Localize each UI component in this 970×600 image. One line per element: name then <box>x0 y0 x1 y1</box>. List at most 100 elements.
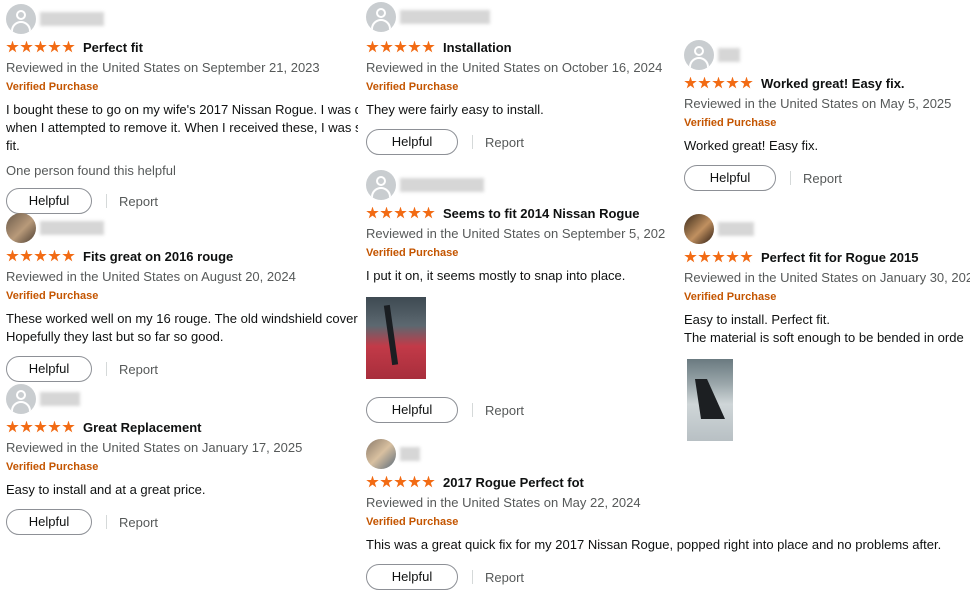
reviewer-header <box>6 4 358 36</box>
review-card: Perfect fit for Rogue 2015 Reviewed in t… <box>684 214 970 441</box>
star-icon <box>62 40 75 53</box>
reviewer-name-blurred <box>400 447 420 461</box>
star-icon <box>62 420 75 433</box>
avatar <box>366 170 396 200</box>
star-icon <box>380 206 393 219</box>
verified-badge: Verified Purchase <box>6 290 99 302</box>
verified-badge: Verified Purchase <box>366 81 459 93</box>
star-rating <box>6 249 75 263</box>
star-icon <box>408 206 421 219</box>
verified-badge: Verified Purchase <box>6 461 99 473</box>
star-icon <box>712 76 725 89</box>
star-rating <box>366 206 435 220</box>
star-icon <box>48 420 61 433</box>
report-link[interactable]: Report <box>485 570 524 585</box>
avatar <box>6 4 36 34</box>
star-icon <box>698 250 711 263</box>
review-date: Reviewed in the United States on May 5, … <box>684 96 952 111</box>
star-icon <box>684 76 697 89</box>
star-icon <box>34 40 47 53</box>
star-icon <box>394 40 407 53</box>
helpful-button[interactable]: Helpful <box>6 509 92 535</box>
review-date: Reviewed in the United States on August … <box>6 269 296 284</box>
report-link[interactable]: Report <box>485 135 524 150</box>
review-body: These worked well on my 16 rouge. The ol… <box>6 311 358 344</box>
verified-badge: Verified Purchase <box>684 117 777 129</box>
review-date: Reviewed in the United States on January… <box>684 270 970 285</box>
review-date: Reviewed in the United States on Septemb… <box>366 226 666 241</box>
review-title[interactable]: Fits great on 2016 rouge <box>83 249 233 264</box>
review-title[interactable]: Perfect fit <box>83 40 143 55</box>
report-link[interactable]: Report <box>119 362 158 377</box>
review-body: They were fairly easy to install. <box>366 102 544 117</box>
report-link[interactable]: Report <box>485 403 524 418</box>
star-icon <box>408 475 421 488</box>
star-icon <box>6 40 19 53</box>
star-icon <box>34 420 47 433</box>
review-title[interactable]: Worked great! Easy fix. <box>761 76 905 91</box>
star-icon <box>422 40 435 53</box>
review-body: Easy to install and at a great price. <box>6 482 206 497</box>
star-icon <box>394 206 407 219</box>
review-photo[interactable] <box>366 297 426 379</box>
avatar <box>366 2 396 32</box>
star-icon <box>6 420 19 433</box>
review-photo[interactable] <box>687 359 733 441</box>
star-rating <box>6 40 75 54</box>
star-icon <box>366 475 379 488</box>
star-icon <box>6 249 19 262</box>
star-icon <box>394 475 407 488</box>
review-title[interactable]: Perfect fit for Rogue 2015 <box>761 250 919 265</box>
report-link[interactable]: Report <box>119 515 158 530</box>
review-date: Reviewed in the United States on January… <box>6 440 303 455</box>
star-icon <box>20 40 33 53</box>
review-card: Fits great on 2016 rouge Reviewed in the… <box>6 213 358 382</box>
star-icon <box>366 40 379 53</box>
verified-badge: Verified Purchase <box>6 81 99 93</box>
helpful-button[interactable]: Helpful <box>684 165 776 191</box>
star-icon <box>726 76 739 89</box>
star-rating <box>6 420 75 434</box>
review-card: 2017 Rogue Perfect fot Reviewed in the U… <box>366 439 966 590</box>
star-icon <box>684 250 697 263</box>
star-icon <box>726 250 739 263</box>
reviewer-name-blurred <box>400 10 490 24</box>
star-icon <box>712 250 725 263</box>
helpful-button[interactable]: Helpful <box>366 397 458 423</box>
verified-badge: Verified Purchase <box>684 291 777 303</box>
avatar <box>6 384 36 414</box>
star-icon <box>740 76 753 89</box>
reviewer-name-blurred <box>718 222 754 236</box>
review-title[interactable]: 2017 Rogue Perfect fot <box>443 475 584 490</box>
review-title[interactable]: Great Replacement <box>83 420 202 435</box>
review-body: This was a great quick fix for my 2017 N… <box>366 537 942 552</box>
review-title[interactable]: Seems to fit 2014 Nissan Rogue <box>443 206 640 221</box>
avatar <box>6 213 36 243</box>
star-icon <box>48 40 61 53</box>
star-icon <box>48 249 61 262</box>
review-card: Worked great! Easy fix. Reviewed in the … <box>684 40 970 191</box>
avatar <box>684 40 714 70</box>
avatar <box>366 439 396 469</box>
reviewer-name-blurred <box>718 48 740 62</box>
star-icon <box>408 40 421 53</box>
helpful-button[interactable]: Helpful <box>6 188 92 214</box>
review-card: Installation Reviewed in the United Stat… <box>366 2 668 155</box>
review-body: Easy to install. Perfect fit. The materia… <box>684 312 964 345</box>
review-card: Perfect fit Reviewed in the United State… <box>6 4 358 214</box>
avatar <box>684 214 714 244</box>
reviewer-name-blurred <box>40 392 80 406</box>
star-icon <box>422 206 435 219</box>
helpful-button[interactable]: Helpful <box>366 564 458 590</box>
review-title[interactable]: Installation <box>443 40 512 55</box>
report-link[interactable]: Report <box>803 171 842 186</box>
star-rating <box>366 40 435 54</box>
star-rating <box>684 250 753 264</box>
helpful-button[interactable]: Helpful <box>366 129 458 155</box>
report-link[interactable]: Report <box>119 194 158 209</box>
star-icon <box>698 76 711 89</box>
review-date: Reviewed in the United States on October… <box>366 60 663 75</box>
helpful-button[interactable]: Helpful <box>6 356 92 382</box>
reviewer-name-blurred <box>40 12 104 26</box>
star-icon <box>62 249 75 262</box>
